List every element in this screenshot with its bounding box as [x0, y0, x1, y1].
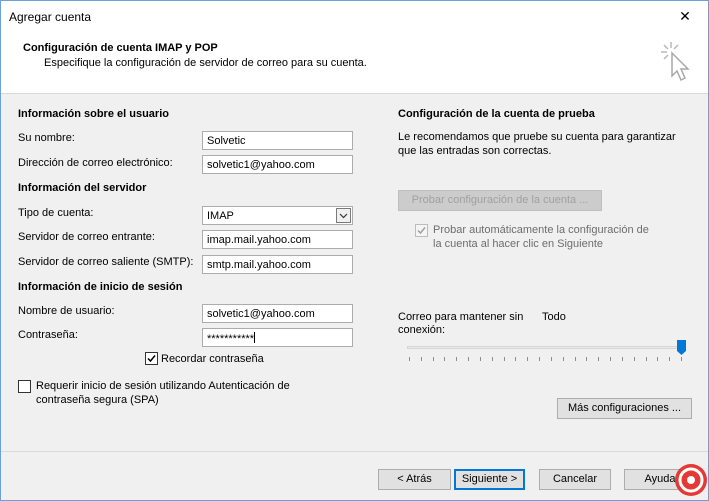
outgoing-server-label: Servidor de correo saliente (SMTP): [18, 256, 194, 268]
watermark-logo [674, 463, 708, 500]
spa-label-line1[interactable]: Requerir inicio de sesión utilizando Aut… [36, 380, 290, 392]
slider-tick [456, 357, 458, 361]
slider-tick [621, 357, 623, 361]
slider-tick [645, 357, 647, 361]
slider-tick [515, 357, 517, 361]
name-label: Su nombre: [18, 132, 75, 144]
auto-test-checkbox[interactable] [415, 224, 428, 237]
close-button[interactable]: ✕ [662, 1, 708, 32]
spa-checkbox[interactable] [18, 380, 31, 393]
account-type-label: Tipo de cuenta: [18, 207, 94, 219]
password-mask: *********** [207, 333, 255, 345]
back-button[interactable]: < Atrás [378, 469, 451, 490]
text-cursor [254, 332, 256, 343]
incoming-server-input[interactable]: imap.mail.yahoo.com [202, 230, 353, 249]
name-input[interactable]: Solvetic [202, 131, 353, 150]
title-bar: Agregar cuenta ✕ [1, 1, 708, 32]
test-description-line1: Le recomendamos que pruebe su cuenta par… [398, 131, 676, 143]
page-subtitle: Especifique la configuración de servidor… [44, 57, 367, 69]
email-label: Dirección de correo electrónico: [18, 157, 173, 169]
slider-tick [681, 357, 682, 361]
offline-label-line1: Correo para mantener sin [398, 311, 524, 323]
account-type-value: IMAP [207, 210, 234, 222]
slider-tick [539, 357, 541, 361]
slider-tick [420, 357, 422, 361]
checkmark-icon [417, 227, 426, 235]
login-info-heading: Información de inicio de sesión [18, 281, 183, 293]
account-type-select[interactable]: IMAP [202, 206, 353, 225]
more-settings-button[interactable]: Más configuraciones ... [557, 398, 692, 419]
remember-password-label[interactable]: Recordar contraseña [161, 353, 264, 365]
username-label: Nombre de usuario: [18, 305, 115, 317]
slider-tick [527, 357, 529, 361]
password-input[interactable]: *********** [202, 328, 353, 347]
window-title: Agregar cuenta [9, 10, 92, 24]
slider-tick [633, 357, 635, 361]
slider-tick [657, 357, 659, 361]
slider-tick [444, 357, 446, 361]
test-settings-heading: Configuración de la cuenta de prueba [398, 108, 595, 120]
slider-tick [479, 357, 481, 361]
cursor-click-icon [656, 38, 696, 87]
incoming-server-label: Servidor de correo entrante: [18, 231, 155, 243]
slider-tick [598, 357, 600, 361]
slider-tick [586, 357, 588, 361]
slider-tick [503, 357, 505, 361]
slider-tick [669, 357, 671, 361]
password-label: Contraseña: [18, 329, 78, 341]
test-account-button[interactable]: Probar configuración de la cuenta ... [398, 190, 602, 211]
dialog-window: Agregar cuenta ✕ Configuración de cuenta… [0, 0, 709, 501]
slider-tick [432, 357, 434, 361]
slider-tick [409, 357, 410, 361]
spa-label-line2[interactable]: contraseña segura (SPA) [36, 394, 159, 406]
checkmark-icon [147, 355, 156, 363]
remember-password-checkbox[interactable] [145, 352, 158, 365]
slider-tick [468, 357, 470, 361]
offline-value: Todo [542, 311, 566, 323]
outgoing-server-input[interactable]: smtp.mail.yahoo.com [202, 255, 353, 274]
auto-test-label-line2[interactable]: la cuenta al hacer clic en Siguiente [433, 238, 603, 250]
close-icon: ✕ [679, 8, 691, 24]
slider-tick [550, 357, 552, 361]
page-title: Configuración de cuenta IMAP y POP [23, 42, 218, 54]
dialog-header: Configuración de cuenta IMAP y POP Espec… [1, 32, 708, 94]
cancel-button[interactable]: Cancelar [539, 469, 611, 490]
slider-tick [574, 357, 576, 361]
auto-test-label-line1[interactable]: Probar automáticamente la configuración … [433, 224, 649, 236]
test-description-line2: que las entradas son correctas. [398, 145, 552, 157]
offline-label-line2: conexión: [398, 324, 446, 336]
slider-tick [491, 357, 493, 361]
next-button[interactable]: Siguiente > [454, 469, 525, 490]
slider-tick [610, 357, 612, 361]
offline-slider-track[interactable] [407, 346, 684, 349]
chevron-down-icon[interactable] [336, 208, 351, 223]
user-info-heading: Información sobre el usuario [18, 108, 169, 120]
username-input[interactable]: solvetic1@yahoo.com [202, 304, 353, 323]
server-info-heading: Información del servidor [18, 182, 147, 194]
footer-divider [1, 451, 708, 452]
slider-tick [562, 357, 564, 361]
email-input[interactable]: solvetic1@yahoo.com [202, 155, 353, 174]
offline-slider-thumb[interactable] [677, 340, 686, 355]
